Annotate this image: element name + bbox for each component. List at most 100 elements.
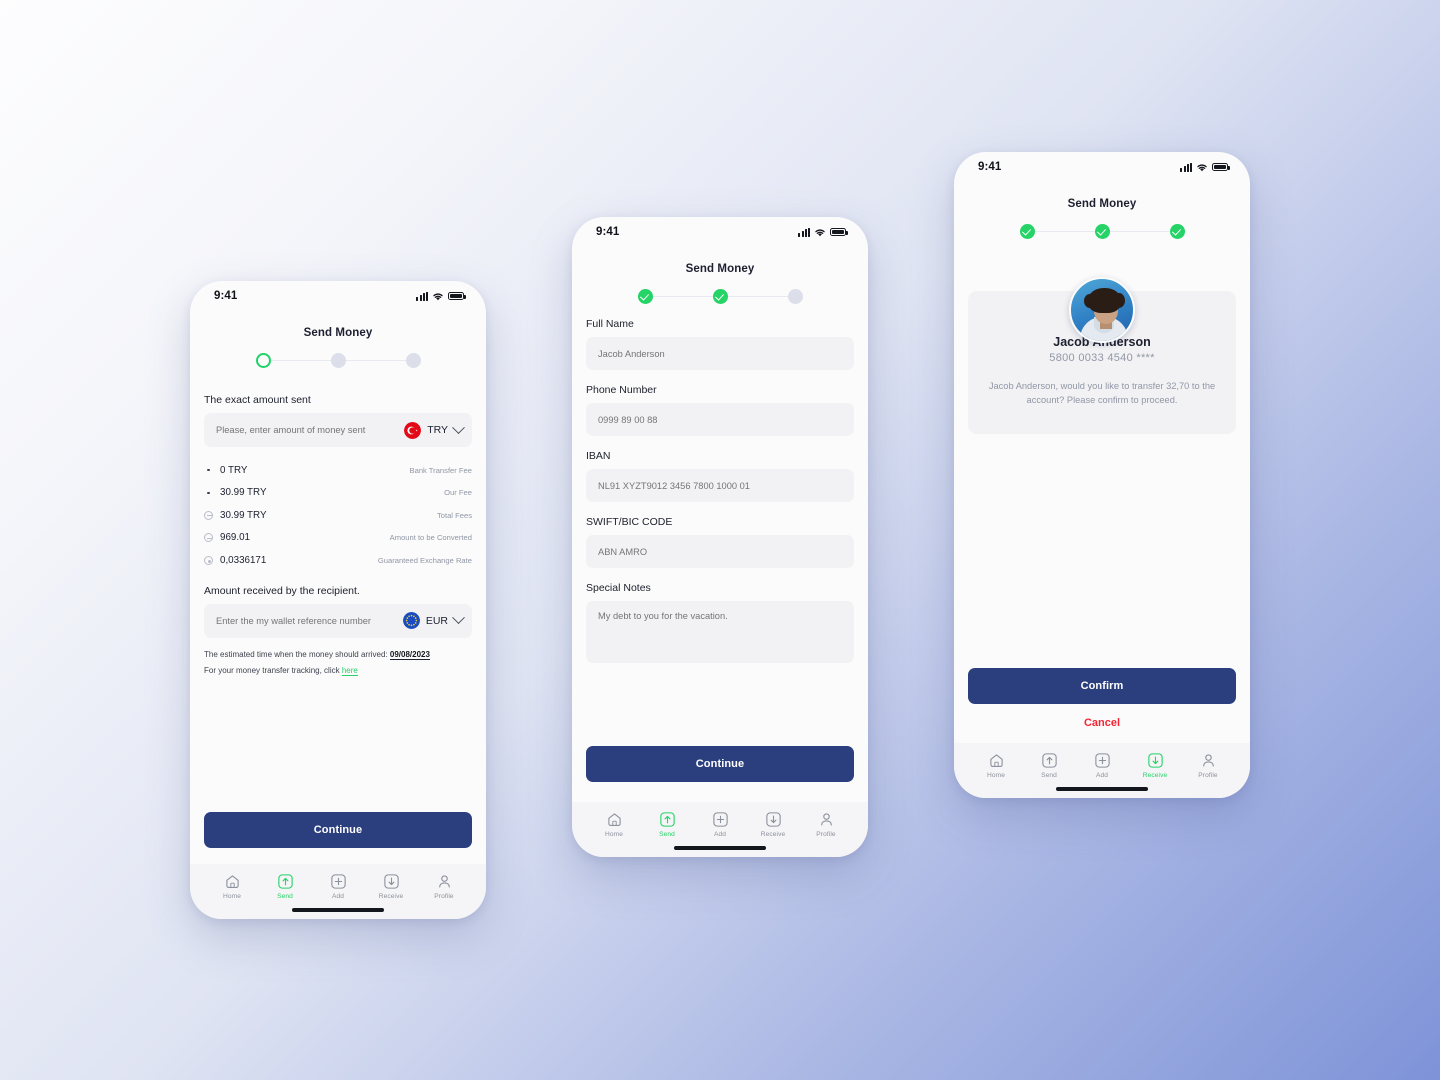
status-time: 9:41 [214,290,238,302]
tab-label: Home [223,893,241,900]
tab-label: Profile [1198,772,1218,779]
currency-to-code: EUR [425,614,448,627]
phone-mockup-amount-step: 9:41 Send Money The exact amount sent Pl… [190,281,486,919]
tracking-note: For your money transfer tracking, click … [204,665,472,677]
screen-recipient-form: Send Money Full Name Phone Number [572,247,868,802]
tab-add[interactable]: Add [698,811,742,838]
tab-home[interactable]: Home [210,873,254,900]
step-3[interactable] [405,353,421,368]
step-2[interactable] [330,353,346,368]
tab-profile[interactable]: Profile [422,873,466,900]
tab-receive[interactable]: Receive [1133,752,1177,779]
recipient-card-number: 5800 0033 4540 **** [1049,352,1155,364]
fee-label: Guaranteed Exchange Rate [377,555,472,565]
tab-label: Profile [434,893,454,900]
currency-from-selector[interactable]: TRY [404,420,465,439]
chevron-down-icon[interactable] [452,420,465,434]
tab-send[interactable]: Send [645,811,689,838]
home-icon [607,813,621,827]
amount-input-row[interactable]: TRY [204,413,472,447]
step-1[interactable] [637,289,653,304]
signal-icon [798,227,810,237]
input-wrapper[interactable] [586,403,854,436]
tracking-prefix: For your money transfer tracking, click [204,666,340,676]
step-2[interactable] [1094,224,1110,239]
avatar-hair [1084,288,1125,313]
continue-button[interactable]: Continue [204,812,472,848]
fee-row: 30.99 TRY Our Fee [204,482,472,505]
input-wrapper[interactable] [586,469,854,502]
status-bar: 9:41 [572,217,868,247]
step-indicator [572,289,868,304]
fee-row: 969.01 Amount to be Converted [204,527,472,550]
tab-label: Send [1041,772,1057,779]
field-label: Phone Number [586,384,657,396]
status-icons [1180,162,1230,172]
step-3[interactable] [787,289,803,304]
step-1[interactable] [255,353,271,368]
input-wrapper[interactable] [586,601,854,663]
tab-profile[interactable]: Profile [1186,752,1230,779]
tab-profile[interactable]: Profile [804,811,848,838]
amount-input[interactable] [216,425,405,435]
send-up-arrow-icon [277,874,293,889]
step-line-2 [1109,230,1170,233]
tracking-link[interactable]: here [341,666,358,677]
tab-label: Send [659,831,675,838]
confirm-button[interactable]: Confirm [968,668,1236,704]
battery-icon [448,291,466,301]
step-3[interactable] [1169,224,1185,239]
eta-note: The estimated time when the money should… [204,649,472,661]
fee-value: 30.99 TRY [220,509,267,521]
currency-to-selector[interactable]: EUR [402,611,465,629]
swift-bic-input[interactable] [598,546,842,557]
tab-add[interactable]: Add [1080,752,1124,779]
bullet-dot-icon [204,491,213,494]
avatar-container [954,277,1250,343]
minus-circle-icon [204,533,213,543]
plus-icon [712,812,728,827]
avatar [1069,277,1135,343]
fee-value: 30.99 TRY [220,487,267,499]
wallet-input-row[interactable]: EUR [204,603,472,638]
receive-down-arrow-icon [1147,753,1163,768]
tab-home[interactable]: Home [974,752,1018,779]
wallet-reference-input[interactable] [216,615,403,626]
field-label: Full Name [586,318,634,330]
tab-label: Receive [378,893,404,900]
input-wrapper[interactable] [586,535,854,568]
full-name-input[interactable] [598,348,842,359]
amount-section-label: The exact amount sent [204,394,311,406]
step-1[interactable] [1019,224,1035,239]
currency-from-code: TRY [427,424,448,436]
page-title: Send Money [1067,198,1137,210]
tab-label: Add [1095,772,1109,779]
fee-label: Amount to be Converted [389,533,472,543]
home-icon [225,875,239,889]
step-line-1 [652,295,713,298]
tab-receive[interactable]: Receive [751,811,795,838]
screen-confirmation: Send Money Jacob Anderson 5800 0033 4540… [954,182,1250,743]
continue-button[interactable]: Continue [586,746,854,782]
tab-add[interactable]: Add [316,873,360,900]
input-wrapper[interactable] [586,337,854,370]
chevron-down-icon[interactable] [452,611,465,625]
tab-label: Add [713,831,727,838]
fee-label: Bank Transfer Fee [409,465,472,475]
status-time: 9:41 [978,161,1002,173]
special-notes-input[interactable] [598,611,842,663]
tab-home[interactable]: Home [592,811,636,838]
step-indicator [954,224,1250,239]
tab-label: Profile [816,831,836,838]
step-2[interactable] [712,289,728,304]
fee-row: 0,0336171 Guaranteed Exchange Rate [204,549,472,572]
tab-receive[interactable]: Receive [369,873,413,900]
tab-send[interactable]: Send [1027,752,1071,779]
tab-label: Add [331,893,345,900]
fee-row: 30.99 TRY Total Fees [204,504,472,527]
cancel-button[interactable]: Cancel [968,717,1236,729]
phone-number-input[interactable] [598,414,842,425]
tab-send[interactable]: Send [263,873,307,900]
eu-flag-icon [402,612,420,629]
iban-input[interactable] [598,480,842,491]
